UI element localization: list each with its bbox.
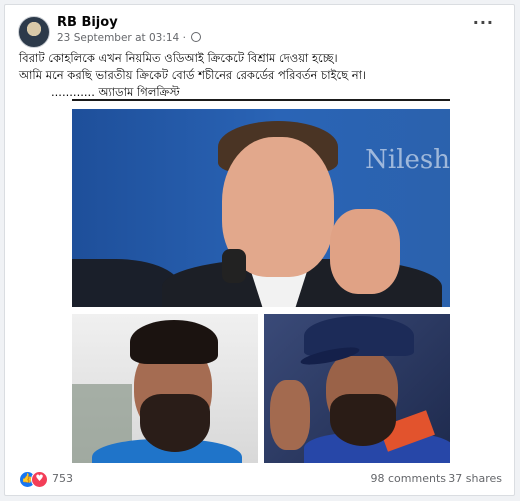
image-watermark-text: Nilesh: [365, 145, 450, 175]
author-name[interactable]: RB Bijoy: [57, 15, 118, 30]
post-card: RB Bijoy 23 September at 03:14 · ··· বির…: [4, 4, 515, 496]
image-hair: [130, 320, 218, 364]
image-panel-gilchrist: Nilesh: [72, 109, 450, 307]
globe-icon: [191, 32, 202, 42]
reaction-count[interactable]: 753: [52, 472, 73, 485]
image-beard: [140, 394, 210, 452]
author-avatar[interactable]: [18, 16, 50, 48]
image-beard: [330, 394, 396, 446]
comments-count-link[interactable]: 98 comments: [371, 472, 447, 485]
timestamp-text[interactable]: 23 September at 03:14: [57, 32, 179, 44]
post-text: বিরাট কোহলিকে এখন নিয়মিত ওডিআই ক্রিকেটে…: [19, 50, 489, 101]
post-image[interactable]: Nilesh: [72, 101, 450, 463]
shares-count-link[interactable]: 37 shares: [448, 472, 502, 485]
post-timestamp[interactable]: 23 September at 03:14 ·: [57, 32, 202, 44]
post-text-line-2: আমি মনে করছি ভারতীয় ক্রিকেট বোর্ড শচীনে…: [19, 68, 367, 82]
image-panel-kohli-left: [72, 314, 258, 463]
image-hand: [270, 380, 310, 450]
microphone-icon: [222, 249, 246, 283]
more-options-icon[interactable]: ···: [473, 13, 494, 32]
post-text-line-1: বিরাট কোহলিকে এখন নিয়মিত ওডিআই ক্রিকেটে…: [19, 51, 338, 65]
image-panel-kohli-right: [264, 314, 450, 463]
love-icon: ♥: [31, 471, 48, 488]
image-hand: [330, 209, 400, 294]
